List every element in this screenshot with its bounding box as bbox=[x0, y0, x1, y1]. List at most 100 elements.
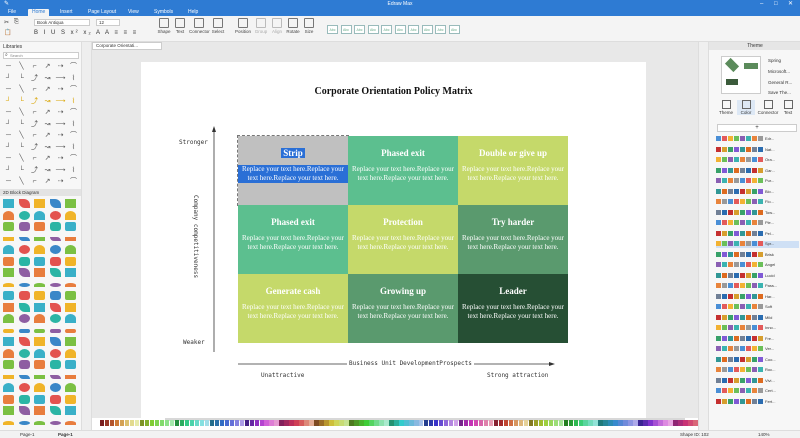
palette-color-swatch[interactable] bbox=[384, 420, 389, 426]
library-block-shape[interactable] bbox=[34, 256, 45, 266]
library-block-shape[interactable] bbox=[3, 314, 14, 323]
library-block-shape[interactable] bbox=[18, 282, 30, 287]
library-line-shape[interactable]: ─ bbox=[3, 85, 14, 94]
palette-color-swatch[interactable] bbox=[179, 420, 185, 426]
library-block-shape[interactable] bbox=[3, 291, 14, 300]
theme-preview[interactable] bbox=[721, 56, 761, 94]
library-line-shape[interactable]: ⇢ bbox=[55, 85, 66, 94]
library-block-shape[interactable] bbox=[49, 302, 61, 312]
library-block-shape[interactable] bbox=[34, 337, 45, 346]
palette-color-swatch[interactable] bbox=[304, 420, 309, 426]
library-block-shape[interactable] bbox=[49, 282, 61, 287]
add-theme-button[interactable]: + bbox=[717, 124, 797, 132]
library-line-shape[interactable]: ⇢ bbox=[55, 131, 66, 140]
library-line-shape[interactable]: ⌐ bbox=[29, 62, 40, 71]
library-line-shape[interactable]: ⌐ bbox=[29, 177, 40, 186]
library-block-shape[interactable] bbox=[65, 360, 76, 369]
palette-color-swatch[interactable] bbox=[369, 420, 374, 426]
palette-color-swatch[interactable] bbox=[259, 420, 264, 426]
connector-tool[interactable]: Connector bbox=[189, 18, 210, 34]
library-line-shape[interactable]: ⌐ bbox=[29, 154, 40, 163]
palette-color-swatch[interactable] bbox=[448, 420, 454, 426]
palette-color-swatch[interactable] bbox=[538, 420, 544, 426]
style-preset-button[interactable]: Abc bbox=[421, 25, 433, 34]
palette-color-swatch[interactable] bbox=[389, 420, 394, 426]
library-line-shape[interactable]: ⤴ bbox=[29, 166, 40, 175]
palette-color-swatch[interactable] bbox=[359, 420, 364, 426]
library-block-shape[interactable] bbox=[3, 420, 14, 425]
library-block-shape[interactable] bbox=[18, 394, 30, 404]
rotate-tool[interactable]: Rotate bbox=[286, 18, 300, 34]
library-block-shape[interactable] bbox=[18, 210, 30, 220]
align-tool[interactable]: Align bbox=[270, 18, 284, 34]
palette-color-swatch[interactable] bbox=[573, 420, 578, 426]
palette-color-swatch[interactable] bbox=[593, 420, 598, 426]
palette-color-swatch[interactable] bbox=[548, 420, 554, 426]
library-block-shape[interactable] bbox=[34, 268, 45, 277]
library-line-shape[interactable]: ⌇ bbox=[68, 97, 79, 106]
section-2d-block-diagram[interactable]: 2D Block Diagram bbox=[0, 189, 81, 196]
library-block-shape[interactable] bbox=[18, 348, 30, 358]
library-block-shape[interactable] bbox=[34, 236, 45, 241]
library-line-shape[interactable]: ─ bbox=[3, 62, 14, 71]
palette-color-swatch[interactable] bbox=[508, 420, 514, 426]
color-theme-row[interactable]: Edr... bbox=[716, 136, 799, 143]
palette-color-swatch[interactable] bbox=[229, 420, 235, 426]
palette-color-swatch[interactable] bbox=[239, 420, 245, 426]
palette-color-swatch[interactable] bbox=[633, 420, 638, 426]
palette-color-swatch[interactable] bbox=[518, 420, 524, 426]
palette-color-swatch[interactable] bbox=[523, 420, 529, 426]
palette-color-swatch[interactable] bbox=[134, 420, 140, 426]
palette-color-swatch[interactable] bbox=[578, 420, 583, 426]
palette-color-swatch[interactable] bbox=[423, 420, 429, 426]
library-block-shape[interactable] bbox=[65, 348, 76, 358]
theme-save[interactable]: Save The... bbox=[768, 90, 791, 95]
color-theme-row[interactable]: Pur... bbox=[716, 178, 799, 185]
palette-color-swatch[interactable] bbox=[124, 420, 130, 426]
library-block-shape[interactable] bbox=[49, 337, 61, 346]
library-block-shape[interactable] bbox=[18, 420, 30, 425]
palette-color-swatch[interactable] bbox=[379, 420, 384, 426]
palette-color-swatch[interactable] bbox=[628, 420, 633, 426]
palette-color-swatch[interactable] bbox=[349, 420, 354, 426]
palette-color-swatch[interactable] bbox=[673, 420, 678, 426]
palette-color-swatch[interactable] bbox=[638, 420, 643, 426]
color-theme-row[interactable]: Soft bbox=[716, 304, 799, 311]
library-line-shape[interactable]: ─ bbox=[3, 131, 14, 140]
style-preset-button[interactable]: Abc bbox=[340, 25, 352, 34]
style-preset-button[interactable]: Abc bbox=[381, 25, 392, 34]
palette-color-swatch[interactable] bbox=[209, 420, 215, 426]
library-block-shape[interactable] bbox=[18, 383, 30, 392]
maximize-icon[interactable]: □ bbox=[774, 0, 778, 8]
palette-color-swatch[interactable] bbox=[319, 420, 324, 426]
library-line-shape[interactable]: ⌒ bbox=[68, 108, 79, 117]
library-block-shape[interactable] bbox=[3, 348, 14, 358]
palette-color-swatch[interactable] bbox=[104, 420, 110, 426]
library-block-shape[interactable] bbox=[49, 360, 61, 369]
library-block-shape[interactable] bbox=[65, 383, 76, 392]
library-line-shape[interactable]: ╲ bbox=[16, 108, 27, 117]
library-block-shape[interactable] bbox=[34, 210, 45, 220]
palette-color-swatch[interactable] bbox=[414, 420, 419, 426]
style-preset-button[interactable]: Abc bbox=[327, 25, 338, 34]
palette-color-swatch[interactable] bbox=[608, 420, 613, 426]
current-page-tab[interactable]: Page-1 bbox=[58, 431, 73, 438]
library-line-shape[interactable]: ↗ bbox=[42, 108, 53, 117]
palette-color-swatch[interactable] bbox=[344, 420, 349, 426]
library-line-shape[interactable]: ⟶ bbox=[55, 143, 66, 152]
palette-color-swatch[interactable] bbox=[543, 420, 549, 426]
library-block-shape[interactable] bbox=[34, 282, 45, 287]
library-block-shape[interactable] bbox=[18, 337, 30, 346]
library-block-shape[interactable] bbox=[65, 314, 76, 323]
palette-color-swatch[interactable] bbox=[693, 420, 698, 426]
palette-color-swatch[interactable] bbox=[618, 420, 623, 426]
palette-color-swatch[interactable] bbox=[174, 420, 180, 426]
menu-help[interactable]: Help bbox=[184, 9, 202, 16]
palette-color-swatch[interactable] bbox=[299, 420, 304, 426]
palette-color-swatch[interactable] bbox=[244, 420, 250, 426]
library-block-shape[interactable] bbox=[65, 245, 76, 254]
library-block-shape[interactable] bbox=[34, 199, 45, 208]
palette-color-swatch[interactable] bbox=[433, 420, 439, 426]
theme-microsoft[interactable]: Microsoft... bbox=[768, 69, 790, 74]
library-line-shape[interactable]: ↝ bbox=[42, 143, 53, 152]
